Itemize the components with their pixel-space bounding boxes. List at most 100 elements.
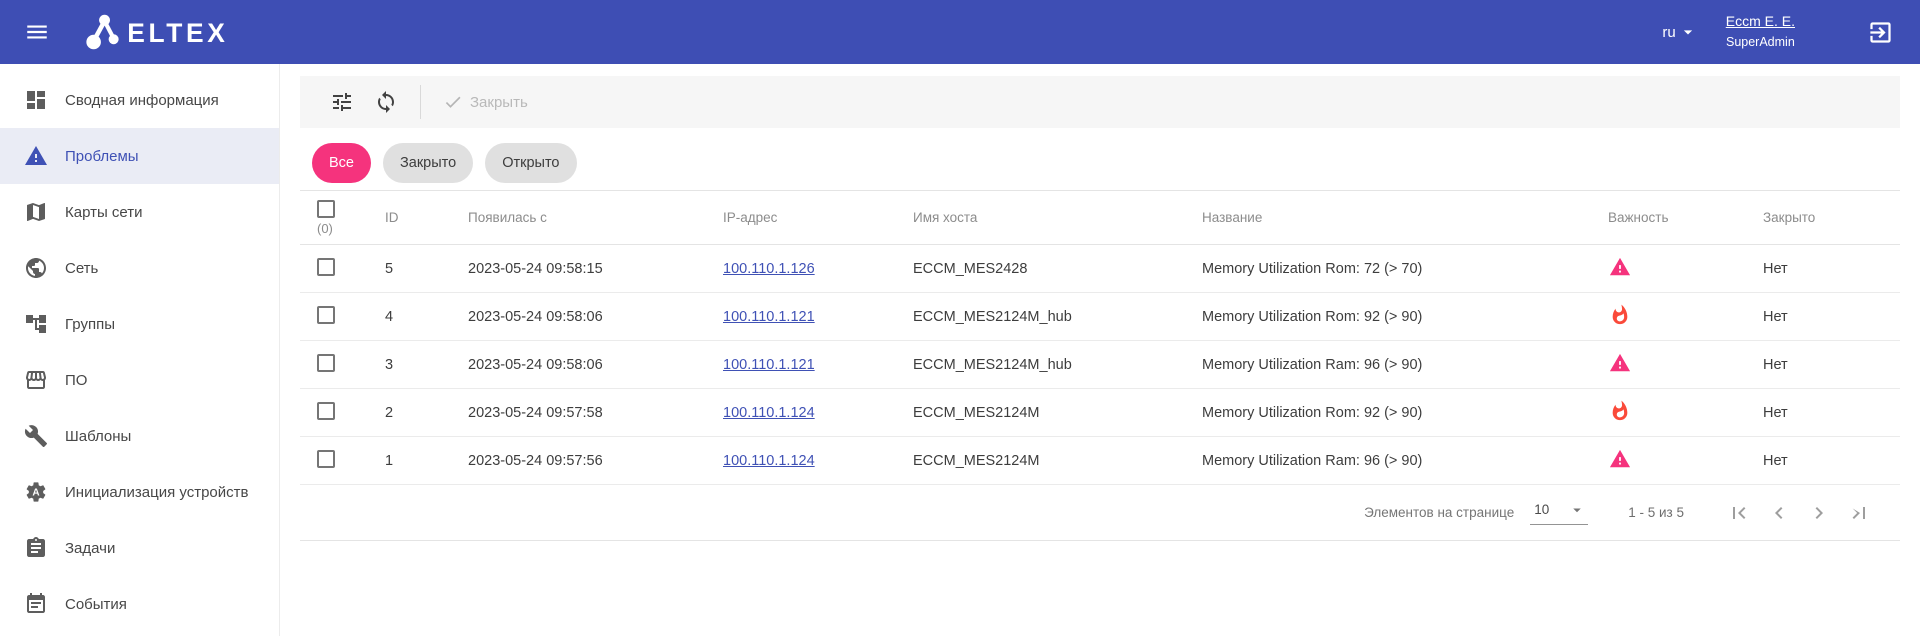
cell-appeared: 2023-05-24 09:57:56 [448,453,710,469]
table-row: 4 2023-05-24 09:58:06 100.110.1.121 ECCM… [300,293,1900,341]
cell-host: ECCM_MES2124M_hub [900,357,1190,373]
sidebar-item-software[interactable]: ПО [0,352,279,408]
logo-text: ELTEX [127,18,228,48]
chevron-down-icon [1678,22,1698,42]
row-checkbox[interactable] [317,402,335,420]
sidebar-item-device-init[interactable]: A Инициализация устройств [0,464,279,520]
cell-id: 4 [360,309,448,325]
main-content: Закрыть Все Закрыто Открыто (0) ID Появи… [280,64,1920,636]
cell-name: Memory Utilization Ram: 96 (> 90) [1190,453,1590,469]
warning-icon [24,144,48,168]
cell-id: 1 [360,453,448,469]
ip-address-link[interactable]: 100.110.1.126 [723,261,815,277]
items-per-page-label: Элементов на странице [1364,505,1514,520]
close-problem-button[interactable]: Закрыть [443,92,528,112]
col-closed-header: Закрыто [1750,210,1900,225]
col-appeared-header: Появилась с [448,210,710,225]
sidebar-item-templates[interactable]: Шаблоны [0,408,279,464]
sidebar-item-events[interactable]: События [0,576,279,632]
col-name-header: Название [1190,210,1590,225]
severity-fire-icon [1608,399,1632,423]
language-selector[interactable]: ru [1662,22,1697,42]
sidebar-item-problems[interactable]: Проблемы [0,128,279,184]
ip-address-link[interactable]: 100.110.1.124 [723,405,815,421]
selected-count: (0) [317,221,333,236]
severity-fire-icon [1608,303,1632,327]
ip-address-link[interactable]: 100.110.1.121 [723,357,815,373]
sidebar-item-tasks[interactable]: Задачи [0,520,279,576]
cell-name: Memory Utilization Rom: 92 (> 90) [1190,309,1590,325]
logout-button[interactable] [1867,19,1894,46]
cell-host: ECCM_MES2124M [900,453,1190,469]
cell-host: ECCM_MES2428 [900,261,1190,277]
filter-chip-all[interactable]: Все [312,143,371,183]
cell-host: ECCM_MES2124M [900,405,1190,421]
first-page-icon [1727,501,1751,525]
filter-settings-button[interactable] [330,90,354,114]
cell-id: 2 [360,405,448,421]
filter-chip-open[interactable]: Открыто [485,143,576,183]
row-checkbox[interactable] [317,258,335,276]
pagination: Элементов на странице 10 1 - 5 из 5 [300,485,1900,541]
table-row: 2 2023-05-24 09:57:58 100.110.1.124 ECCM… [300,389,1900,437]
cell-closed: Нет [1750,261,1900,277]
ip-address-link[interactable]: 100.110.1.121 [723,309,815,325]
problems-table: (0) ID Появилась с IP-адрес Имя хоста На… [300,190,1900,541]
col-severity-header: Важность [1590,210,1750,225]
calendar-icon [24,592,48,616]
select-all-checkbox[interactable] [317,200,335,218]
ip-address-link[interactable]: 100.110.1.124 [723,453,815,469]
storefront-icon [24,368,48,392]
sidebar-item-groups[interactable]: Группы [0,296,279,352]
check-icon [443,92,463,112]
prev-page-button[interactable] [1762,496,1796,530]
cell-closed: Нет [1750,309,1900,325]
row-checkbox[interactable] [317,354,335,372]
severity-warning-icon [1608,351,1632,375]
sidebar-item-network[interactable]: Сеть [0,240,279,296]
user-block: Eccm E. E. SuperAdmin [1726,12,1795,52]
filter-chips: Все Закрыто Открыто [300,143,1900,183]
cell-closed: Нет [1750,357,1900,373]
severity-warning-icon [1608,447,1632,471]
sidebar-item-summary[interactable]: Сводная информация [0,72,279,128]
row-checkbox[interactable] [317,306,335,324]
table-header: (0) ID Появилась с IP-адрес Имя хоста На… [300,191,1900,245]
last-page-button[interactable] [1842,496,1876,530]
first-page-button[interactable] [1722,496,1756,530]
hamburger-menu-icon[interactable] [24,19,50,45]
cell-closed: Нет [1750,453,1900,469]
cell-id: 5 [360,261,448,277]
page-range-label: 1 - 5 из 5 [1628,505,1684,520]
toolbar: Закрыть [300,76,1900,128]
cell-appeared: 2023-05-24 09:58:15 [448,261,710,277]
cell-id: 3 [360,357,448,373]
globe-icon [24,256,48,280]
close-button-label: Закрыть [470,94,528,111]
cell-appeared: 2023-05-24 09:58:06 [448,357,710,373]
row-checkbox[interactable] [317,450,335,468]
svg-text:A: A [32,488,39,499]
filter-chip-closed[interactable]: Закрыто [383,143,473,183]
tune-icon [330,90,354,114]
logout-icon [1867,19,1894,46]
chevron-down-icon [1568,501,1586,519]
sidebar-item-network-maps[interactable]: Карты сети [0,184,279,240]
cell-closed: Нет [1750,405,1900,421]
cell-appeared: 2023-05-24 09:57:58 [448,405,710,421]
col-ip-header: IP-адрес [710,210,900,225]
language-value: ru [1662,24,1675,41]
table-row: 3 2023-05-24 09:58:06 100.110.1.121 ECCM… [300,341,1900,389]
top-bar: ELTEX ru Eccm E. E. SuperAdmin [0,0,1920,64]
next-page-button[interactable] [1802,496,1836,530]
last-page-icon [1847,501,1871,525]
sync-icon [374,90,398,114]
items-per-page-select[interactable]: 10 [1530,501,1588,525]
user-name-link[interactable]: Eccm E. E. [1726,12,1795,31]
dashboard-icon [24,88,48,112]
tree-icon [24,312,48,336]
refresh-button[interactable] [374,90,398,114]
col-id-header: ID [360,210,448,225]
table-row: 1 2023-05-24 09:57:56 100.110.1.124 ECCM… [300,437,1900,485]
cell-name: Memory Utilization Ram: 96 (> 90) [1190,357,1590,373]
